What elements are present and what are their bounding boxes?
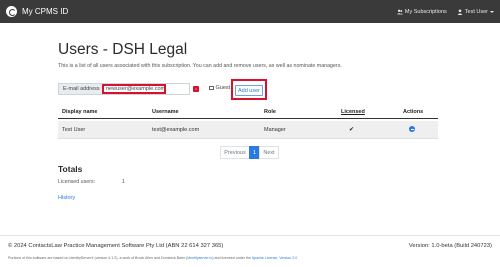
totals-heading: Totals xyxy=(58,164,83,174)
logo-icon xyxy=(6,6,17,17)
history-link[interactable]: History xyxy=(58,195,75,201)
checkbox-icon xyxy=(209,85,214,91)
license-notice-middle: ) and licensed under the xyxy=(212,256,252,260)
brand[interactable]: My CPMS ID xyxy=(6,6,68,17)
page-title: Users - DSH Legal xyxy=(58,41,188,58)
nav-right: My Subscriptions Test User xyxy=(396,0,494,23)
footer-copyright: © 2024 ContactsLaw Practice Management S… xyxy=(8,243,224,249)
guest-label: Guest xyxy=(215,85,231,91)
chevron-down-icon xyxy=(490,10,494,13)
column-header-actions: Actions xyxy=(403,109,424,115)
column-header-role: Role xyxy=(264,109,276,115)
footer-version: Version: 1.0-beta (Build 240723) xyxy=(408,243,492,249)
autofill-icon[interactable]: • xyxy=(193,86,199,92)
column-header-display-name: Display name xyxy=(62,109,98,115)
user-icon xyxy=(457,8,463,15)
apache-license-link[interactable]: Apache License, Version 2.0 xyxy=(252,256,298,260)
column-header-licensed[interactable]: Licensed xyxy=(341,109,365,115)
previous-page-button[interactable]: Previous xyxy=(220,146,250,159)
brand-title: My CPMS ID xyxy=(22,7,69,16)
pagination: Previous 1 Next xyxy=(220,146,279,159)
my-subscriptions-label: My Subscriptions xyxy=(404,8,447,15)
license-notice-text: Portions of this software are based on I… xyxy=(8,256,188,260)
cell-username: test@example.com xyxy=(152,127,200,133)
column-header-username: Username xyxy=(152,109,179,115)
email-label: E-mail address xyxy=(58,83,102,95)
cell-role: Manager xyxy=(264,127,286,133)
footer-divider xyxy=(0,235,500,236)
next-page-button[interactable]: Next xyxy=(259,146,279,159)
email-input-group: E-mail address xyxy=(58,83,190,95)
licensed-users-count: 1 xyxy=(122,179,125,185)
guest-checkbox[interactable]: Guest xyxy=(209,85,230,91)
licensed-users-label: Licensed users: xyxy=(58,179,96,185)
add-user-button[interactable]: Add user xyxy=(235,85,263,96)
user-menu-label: Test User xyxy=(464,8,488,15)
my-subscriptions-link[interactable]: My Subscriptions xyxy=(396,8,447,15)
table-row xyxy=(58,121,438,138)
identityserver-link[interactable]: identityserver.io xyxy=(187,256,212,260)
footer-license-notice: Portions of this software are based on I… xyxy=(8,256,297,260)
email-field[interactable] xyxy=(102,83,190,95)
remove-user-icon[interactable] xyxy=(409,126,415,132)
cell-display-name: Test User xyxy=(62,127,86,133)
table-row-divider xyxy=(58,138,438,139)
check-icon: ✔ xyxy=(349,127,355,133)
subscriptions-icon xyxy=(396,9,403,15)
user-menu[interactable]: Test User xyxy=(457,9,494,15)
table-header-divider xyxy=(58,118,438,119)
page-description: This is a list of all users associated w… xyxy=(58,63,342,69)
top-navbar: My CPMS ID My Subscriptions Test User xyxy=(0,0,500,23)
